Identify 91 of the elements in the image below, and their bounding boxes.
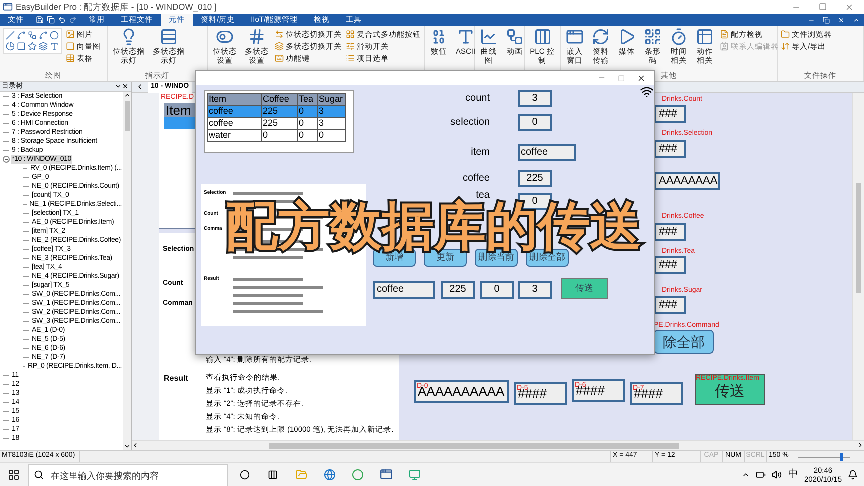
table-cell: water bbox=[208, 130, 262, 142]
wifi-icon bbox=[640, 85, 654, 99]
numeric-field: AAAAAAAA bbox=[654, 172, 720, 190]
field-label: item bbox=[470, 146, 490, 160]
timer-icon bbox=[670, 28, 688, 46]
refresh-icon bbox=[592, 28, 610, 46]
document-icon bbox=[720, 30, 729, 39]
save-all-icon[interactable] bbox=[47, 16, 55, 24]
zoom-slider[interactable] bbox=[798, 452, 850, 460]
value-field: 225 bbox=[441, 281, 475, 299]
numeric-field: ### bbox=[654, 140, 686, 158]
close-icon[interactable] bbox=[637, 74, 646, 82]
scroll-left-icon[interactable] bbox=[132, 442, 139, 449]
columns-icon bbox=[534, 28, 552, 46]
table-icon bbox=[696, 28, 714, 46]
slider-thumb[interactable] bbox=[840, 452, 843, 460]
dropdown-icon[interactable] bbox=[115, 83, 122, 90]
line-chart-icon bbox=[480, 28, 498, 46]
value-field: 225 bbox=[518, 170, 552, 187]
qr-code-icon bbox=[644, 28, 662, 46]
start-icon[interactable] bbox=[8, 468, 20, 480]
field-label: tea bbox=[476, 189, 490, 201]
scroll-right-icon[interactable] bbox=[857, 442, 864, 449]
number-icon bbox=[248, 28, 266, 46]
column-header: Sugar bbox=[318, 94, 346, 106]
list-icon bbox=[346, 54, 355, 63]
scroll-down-icon[interactable] bbox=[124, 443, 130, 450]
contact-card-icon bbox=[720, 42, 729, 51]
numeric-field: ### bbox=[654, 296, 686, 314]
folder-icon bbox=[781, 30, 790, 39]
app-icon[interactable] bbox=[380, 468, 393, 481]
collapse-ribbon-icon[interactable] bbox=[853, 16, 860, 24]
app-icon[interactable] bbox=[409, 468, 421, 480]
redo-icon[interactable] bbox=[69, 16, 77, 24]
toggle-icon bbox=[216, 28, 234, 46]
table-row[interactable]: water 0 0 0 bbox=[208, 130, 346, 142]
table-cell: 0 bbox=[318, 130, 346, 142]
table-row[interactable]: coffee 225 0 3 bbox=[208, 118, 346, 130]
delete-all-button[interactable]: 除全部 bbox=[654, 330, 714, 354]
window-icon bbox=[566, 28, 584, 46]
scroll-up-icon[interactable] bbox=[124, 92, 130, 99]
search-assistant-icon[interactable] bbox=[240, 470, 250, 480]
app-icon bbox=[3, 2, 13, 12]
value-field: 0 bbox=[480, 281, 514, 299]
slider-icon bbox=[346, 42, 355, 51]
play-icon bbox=[618, 28, 636, 46]
value-field: 3 bbox=[518, 281, 552, 299]
numeric-field: ### bbox=[654, 256, 686, 274]
rows-icon bbox=[160, 28, 178, 46]
table-cell: 0 bbox=[262, 130, 298, 142]
search-field[interactable]: 在这里输入你要搜索的内容 bbox=[28, 464, 228, 486]
image-icon bbox=[66, 30, 75, 39]
value-field: 3 bbox=[518, 90, 552, 107]
scroll-left-icon[interactable] bbox=[136, 83, 144, 91]
field-label: coffee bbox=[462, 172, 490, 186]
close-icon[interactable] bbox=[122, 83, 129, 90]
flow-icon bbox=[506, 28, 524, 46]
letter-icon bbox=[456, 28, 475, 46]
value-field: 0 bbox=[518, 114, 552, 131]
volume-icon[interactable] bbox=[772, 470, 782, 480]
table-icon bbox=[66, 54, 75, 63]
doc-label: Result bbox=[164, 373, 188, 385]
layers-icon bbox=[275, 42, 284, 51]
value-field: coffee bbox=[373, 281, 435, 299]
field-label: selection bbox=[450, 116, 490, 130]
grid-icon bbox=[346, 30, 355, 39]
column-header: Item bbox=[208, 94, 262, 106]
save-icon[interactable] bbox=[36, 16, 44, 24]
switch-icon bbox=[275, 30, 284, 39]
task-view-icon[interactable] bbox=[268, 470, 278, 480]
numeric-field: ### bbox=[654, 105, 686, 123]
search-icon bbox=[34, 470, 44, 480]
table-cell: 0 bbox=[298, 130, 318, 142]
column-header: Tea bbox=[298, 94, 318, 106]
send-button[interactable]: 传送 bbox=[561, 278, 608, 299]
value-field: coffee bbox=[518, 144, 576, 161]
table-row[interactable]: coffee 225 0 3 bbox=[208, 106, 346, 118]
square-icon bbox=[66, 42, 75, 51]
notification-icon[interactable] bbox=[848, 470, 858, 480]
undo-icon[interactable] bbox=[58, 16, 66, 24]
collapse-icon[interactable] bbox=[3, 156, 10, 163]
input-method[interactable]: 中 bbox=[788, 467, 798, 482]
scroll-thumb[interactable] bbox=[124, 101, 130, 131]
battery-icon[interactable] bbox=[756, 470, 766, 480]
window-title: EasyBuilder Pro : 配方数据库 - [10 - WINDOW_010 ] bbox=[16, 0, 217, 14]
import-export-icon bbox=[781, 42, 790, 51]
numeric-field: ### bbox=[654, 223, 686, 241]
column-header: Coffee bbox=[262, 94, 298, 106]
field-label: count bbox=[464, 92, 490, 106]
restore-icon[interactable] bbox=[823, 16, 830, 24]
keyboard-icon bbox=[275, 54, 284, 63]
